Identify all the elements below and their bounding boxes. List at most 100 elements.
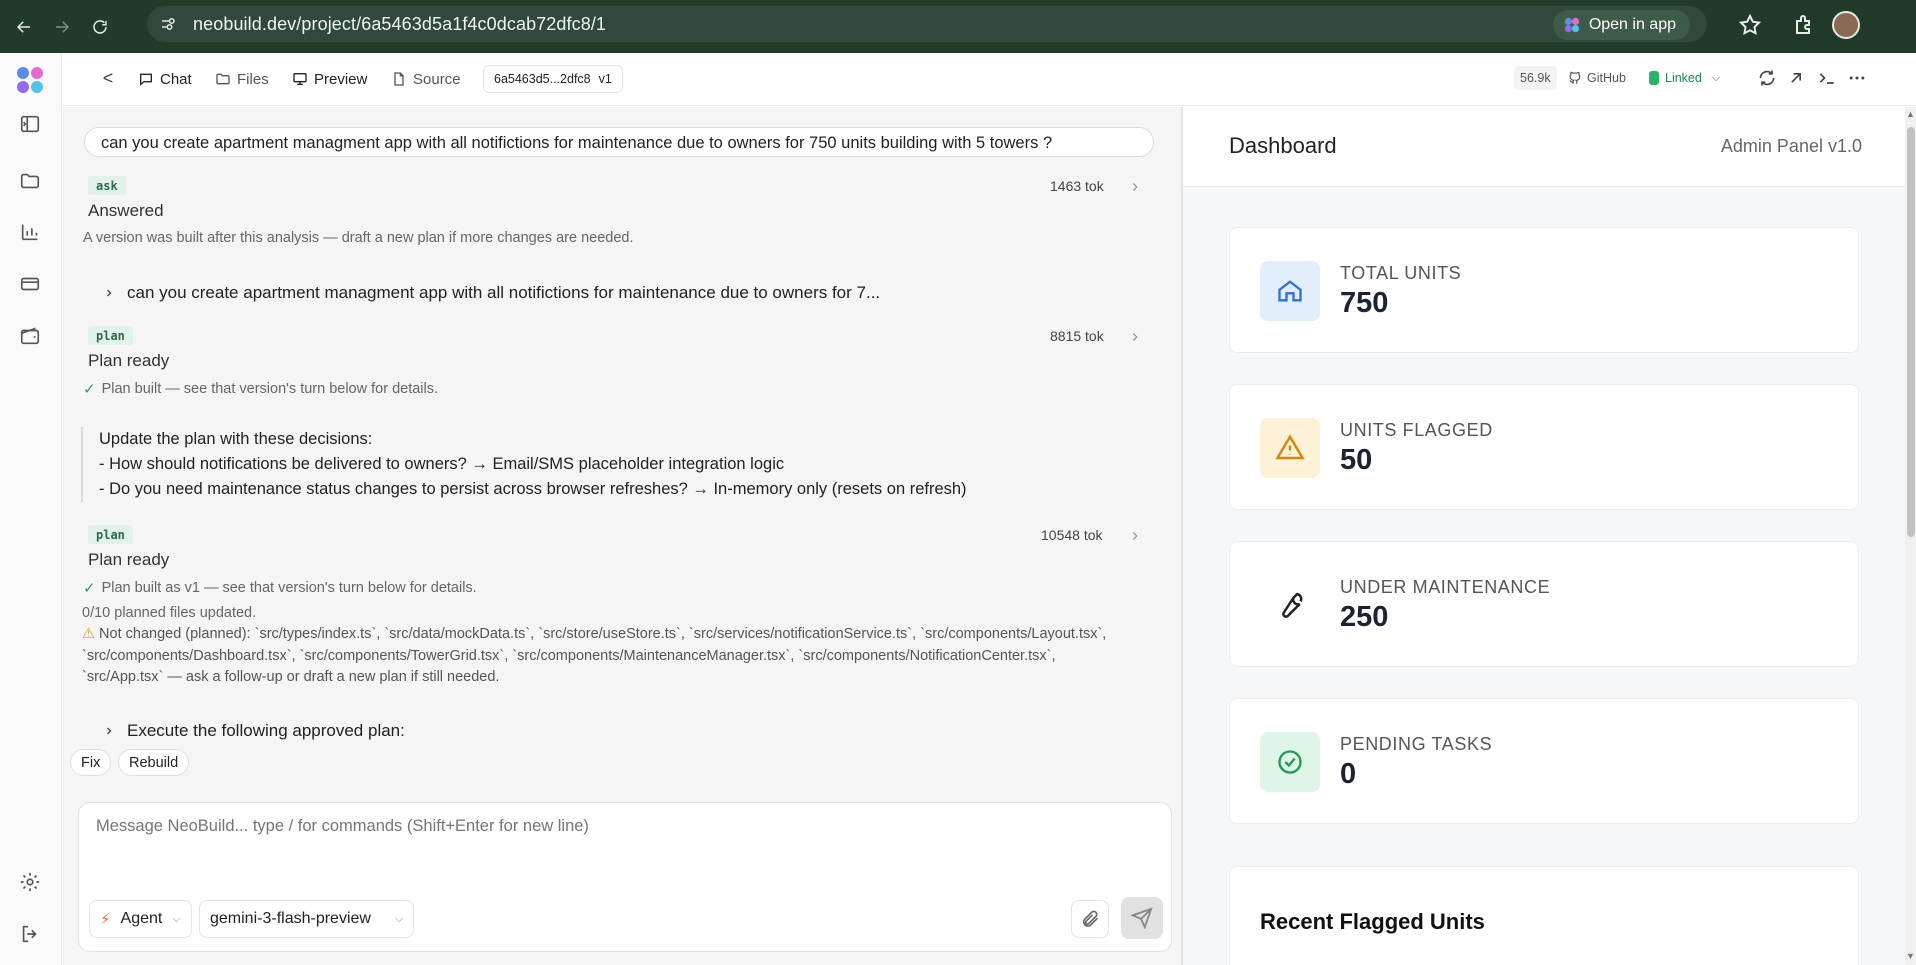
stat-card-pending-tasks: PENDING TASKS 0 <box>1229 698 1859 824</box>
settings-gear-icon[interactable] <box>19 871 41 893</box>
tab-preview[interactable]: Preview <box>292 67 367 91</box>
lightning-icon: ⚡ <box>100 911 111 928</box>
billing-card-icon[interactable] <box>19 273 41 295</box>
model-selector[interactable]: gemini-3-flash-preview ⌵ <box>199 900 415 938</box>
browser-reload-button[interactable] <box>86 13 114 41</box>
message-input[interactable] <box>96 817 1146 836</box>
not-changed-notice: ⚠ Not changed (planned): `src/types/inde… <box>82 624 1112 689</box>
wallet-icon[interactable] <box>19 325 41 347</box>
collapsed-prompt-row[interactable]: Execute the following approved plan: <box>103 721 405 741</box>
preview-scrollbar[interactable]: ▲ ▼ <box>1905 107 1916 965</box>
files-updated-text: 0/10 planned files updated. <box>82 605 257 621</box>
paperclip-icon <box>1082 910 1099 927</box>
more-options-icon[interactable] <box>1847 68 1867 88</box>
warning-icon <box>1260 418 1320 478</box>
github-button[interactable]: GitHub <box>1568 66 1626 90</box>
sidebar-toggle-icon[interactable] <box>19 113 41 135</box>
stat-value: 250 <box>1340 601 1389 633</box>
linked-label: Linked <box>1665 71 1702 85</box>
scrollbar-thumb[interactable] <box>1907 127 1915 537</box>
send-button[interactable] <box>1121 897 1163 939</box>
check-circle-icon <box>1260 732 1320 792</box>
chevron-right-icon[interactable] <box>1128 529 1142 543</box>
collapsed-prompt-text: Execute the following approved plan: <box>127 721 405 740</box>
chevron-right-icon[interactable] <box>1128 330 1142 344</box>
tab-files[interactable]: Files <box>215 67 269 91</box>
turn-note: ✓ Plan built — see that version's turn b… <box>83 380 438 398</box>
open-external-icon[interactable] <box>1786 68 1806 88</box>
turn-note-text: Plan built as v1 — see that version's tu… <box>101 580 477 596</box>
browser-back-button[interactable] <box>10 13 38 41</box>
preview-header: Dashboard Admin Panel v1.0 <box>1183 107 1905 187</box>
github-icon <box>1569 71 1581 84</box>
tab-source-label: Source <box>413 70 461 88</box>
chevron-down-icon: ⌵ <box>1711 71 1721 84</box>
scroll-up-icon[interactable]: ▲ <box>1906 109 1915 119</box>
mode-selector[interactable]: ⚡ Agent ⌵ <box>89 900 192 938</box>
bookmark-star-icon[interactable] <box>1738 13 1762 37</box>
open-in-app-button[interactable]: Open in app <box>1552 10 1690 40</box>
terminal-icon[interactable] <box>1817 68 1837 88</box>
open-in-app-label: Open in app <box>1588 16 1676 33</box>
stat-label: UNDER MAINTENANCE <box>1340 577 1551 597</box>
chat-icon <box>140 73 152 86</box>
model-label: gemini-3-flash-preview <box>210 910 371 927</box>
attach-button[interactable] <box>1071 900 1109 938</box>
stat-value: 0 <box>1340 758 1357 790</box>
profile-avatar[interactable] <box>1832 11 1860 39</box>
app-logo-icon <box>1564 17 1580 33</box>
fix-button[interactable]: Fix <box>70 749 112 776</box>
chevron-right-icon[interactable] <box>1128 180 1142 194</box>
home-icon <box>1260 261 1320 321</box>
editor-toolbar: < Chat Files Preview Source 6a5463d5...2… <box>63 53 1916 106</box>
extensions-icon[interactable] <box>1792 13 1816 37</box>
admin-panel-version: Admin Panel v1.0 <box>1720 136 1862 156</box>
collapsed-prompt-text: can you create apartment managment app w… <box>127 283 881 302</box>
tab-chat[interactable]: Chat <box>138 67 192 91</box>
stat-value: 750 <box>1340 287 1389 319</box>
scroll-down-icon[interactable]: ▼ <box>1906 951 1915 961</box>
linked-status-dropdown[interactable]: Linked ⌵ <box>1649 66 1720 90</box>
turn-kind-tag: plan <box>88 326 133 345</box>
stat-label: TOTAL UNITS <box>1340 263 1462 283</box>
monitor-icon <box>293 73 307 85</box>
project-id: 6a5463d5...2dfc8 <box>494 72 591 86</box>
warning-icon: ⚠ <box>82 626 95 642</box>
turn-status: Plan ready <box>88 351 170 370</box>
collapsed-prompt-row[interactable]: can you create apartment managment app w… <box>103 283 880 303</box>
tab-source[interactable]: Source <box>391 67 461 91</box>
tab-chat-label: Chat <box>160 70 192 88</box>
address-bar[interactable]: neobuild.dev/project/6a5463d5a1f4c0dcab7… <box>147 6 1707 42</box>
browser-forward-button[interactable] <box>48 13 76 41</box>
analytics-icon[interactable] <box>19 221 41 243</box>
logout-icon[interactable] <box>19 923 41 945</box>
neobuild-logo-icon[interactable] <box>15 65 45 95</box>
wrench-icon <box>1260 575 1320 635</box>
collapse-chat-button[interactable]: < <box>97 67 119 89</box>
send-icon <box>1131 907 1153 929</box>
address-url[interactable]: neobuild.dev/project/6a5463d5a1f4c0dcab7… <box>193 14 606 35</box>
turn-note: A version was built after this analysis … <box>83 230 634 246</box>
rebuild-button[interactable]: Rebuild <box>118 749 190 776</box>
recent-flagged-units-card: Recent Flagged Units <box>1229 866 1859 965</box>
decision-line: - Do you need maintenance status changes… <box>99 480 967 498</box>
projects-folder-icon[interactable] <box>19 170 41 192</box>
chat-panel: can you create apartment managment app w… <box>63 107 1181 965</box>
tab-preview-label: Preview <box>314 70 368 88</box>
chevron-down-icon: ⌵ <box>172 912 181 925</box>
refresh-preview-icon[interactable] <box>1757 68 1777 88</box>
decision-message: Update the plan with these decisions: - … <box>81 427 1021 502</box>
turn-token-count: 1463 tok <box>1050 178 1104 194</box>
token-usage-badge: 56.9k <box>1514 66 1557 90</box>
turn-status: Plan ready <box>88 550 170 569</box>
section-title: Recent Flagged Units <box>1260 909 1485 934</box>
preview-panel: Dashboard Admin Panel v1.0 TOTAL UNITS 7… <box>1183 107 1905 965</box>
turn-token-count: 8815 tok <box>1050 328 1104 344</box>
user-prompt-bubble: can you create apartment managment app w… <box>84 127 1154 157</box>
not-changed-text: Not changed (planned): `src/types/index.… <box>82 626 1107 685</box>
version-selector[interactable]: 6a5463d5...2dfc8 v1 <box>483 65 623 93</box>
stat-card-total-units: TOTAL UNITS 750 <box>1229 227 1859 353</box>
stat-label: PENDING TASKS <box>1340 734 1493 754</box>
site-settings-icon[interactable] <box>159 15 177 33</box>
left-rail <box>0 53 62 965</box>
